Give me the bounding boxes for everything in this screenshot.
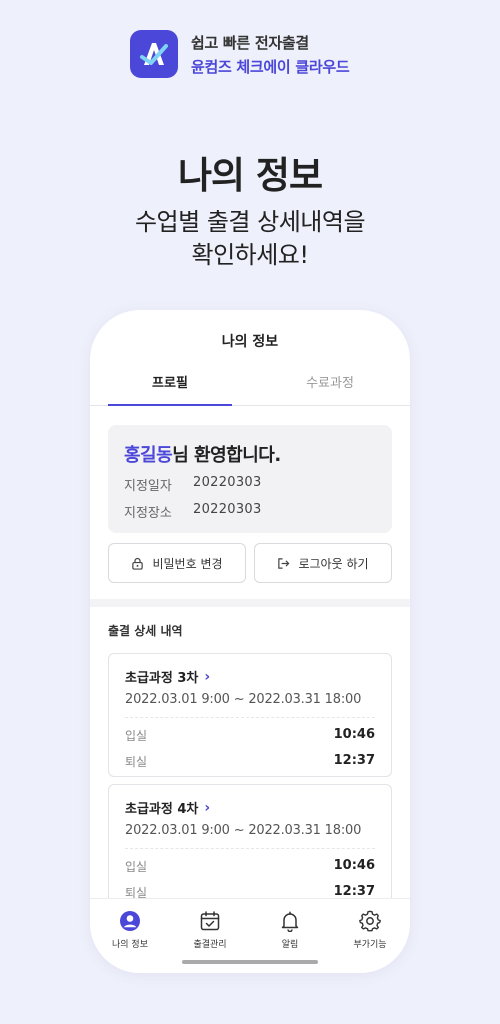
home-indicator bbox=[182, 960, 318, 964]
check-in-time: 10:46 bbox=[333, 858, 375, 873]
course-card[interactable]: 초급과정 3차 › 2022.03.01 9:00 ~ 2022.03.31 1… bbox=[108, 653, 392, 777]
course-name: 초급과정 3차 bbox=[125, 671, 199, 686]
calendar-check-icon bbox=[200, 911, 220, 931]
screen-title: 나의 정보 bbox=[221, 334, 279, 350]
nav-label: 나의 정보 bbox=[112, 940, 148, 950]
info-value: 20220303 bbox=[193, 475, 262, 490]
logout-button[interactable]: 로그아웃 하기 bbox=[254, 543, 392, 583]
hero-subtitle-line2: 확인하세요! bbox=[191, 241, 309, 269]
course-name-row[interactable]: 초급과정 3차 › bbox=[125, 667, 375, 687]
gear-icon bbox=[359, 910, 381, 932]
check-in-label: 입실 bbox=[125, 729, 148, 743]
logout-icon bbox=[278, 557, 290, 569]
welcome-greeting: 님 환영합니다. bbox=[172, 445, 281, 466]
logout-label: 로그아웃 하기 bbox=[298, 556, 369, 571]
change-password-button[interactable]: 비밀번호 변경 bbox=[108, 543, 246, 583]
nav-label: 알림 bbox=[281, 940, 299, 950]
hero-subtitle: 수업별 출결 상세내역을 확인하세요! bbox=[0, 206, 500, 272]
bell-icon bbox=[281, 911, 299, 932]
nav-attendance[interactable]: 출결관리 bbox=[175, 909, 245, 950]
phone-mockup: 나의 정보 프로필 수료과정 홍길동님 환영합니다. 지정일자 20220303… bbox=[90, 310, 410, 973]
nav-my-info[interactable]: 나의 정보 bbox=[95, 909, 165, 950]
user-icon bbox=[120, 911, 140, 931]
check-out-time: 12:37 bbox=[333, 753, 375, 768]
section-divider bbox=[90, 599, 410, 607]
chevron-right-icon: › bbox=[204, 668, 211, 685]
course-separator bbox=[125, 717, 375, 718]
nav-label: 출결관리 bbox=[193, 940, 227, 950]
chevron-right-icon: › bbox=[204, 799, 211, 816]
profile-card: 홍길동님 환영합니다. 지정일자 20220303 지정장소 20220303 bbox=[108, 425, 392, 533]
tab-completed-courses[interactable]: 수료과정 bbox=[268, 374, 392, 406]
tab-profile[interactable]: 프로필 bbox=[108, 374, 232, 406]
check-in-row: 입실 10:46 bbox=[125, 727, 375, 744]
hero-subtitle-line1: 수업별 출결 상세내역을 bbox=[134, 208, 366, 236]
nav-extra-features[interactable]: 부가기능 bbox=[335, 909, 405, 950]
attendance-section-title: 출결 상세 내역 bbox=[108, 624, 183, 638]
brand-product-name: 윤컴즈 체크에이 클라우드 bbox=[191, 57, 350, 76]
user-name: 홍길동 bbox=[124, 445, 173, 466]
change-password-label: 비밀번호 변경 bbox=[152, 556, 223, 571]
check-out-label: 퇴실 bbox=[125, 755, 148, 769]
checka-logo-icon bbox=[130, 30, 178, 78]
hero-title: 나의 정보 bbox=[177, 154, 323, 197]
check-in-label: 입실 bbox=[125, 860, 148, 874]
check-out-row: 퇴실 12:37 bbox=[125, 753, 375, 770]
brand-header: 쉽고 빠른 전자출결 윤컴즈 체크에이 클라우드 bbox=[130, 30, 350, 78]
course-name-row[interactable]: 초급과정 4차 › bbox=[125, 798, 375, 818]
info-row-place: 지정장소 20220303 bbox=[124, 502, 376, 521]
profile-tabs: 프로필 수료과정 bbox=[90, 374, 410, 406]
nav-label: 부가기능 bbox=[353, 940, 387, 950]
info-label: 지정일자 bbox=[124, 479, 172, 494]
course-period: 2022.03.01 9:00 ~ 2022.03.31 18:00 bbox=[125, 692, 362, 707]
welcome-message: 홍길동님 환영합니다. bbox=[124, 441, 376, 467]
info-row-date: 지정일자 20220303 bbox=[124, 475, 376, 494]
course-name: 초급과정 4차 bbox=[125, 802, 199, 817]
course-card[interactable]: 초급과정 4차 › 2022.03.01 9:00 ~ 2022.03.31 1… bbox=[108, 784, 392, 908]
info-value: 20220303 bbox=[193, 502, 262, 517]
course-separator bbox=[125, 848, 375, 849]
brand-tagline: 쉽고 빠른 전자출결 bbox=[191, 33, 309, 52]
check-in-row: 입실 10:46 bbox=[125, 858, 375, 875]
check-in-time: 10:46 bbox=[333, 727, 375, 742]
lock-icon bbox=[132, 557, 144, 570]
course-period: 2022.03.01 9:00 ~ 2022.03.31 18:00 bbox=[125, 823, 362, 838]
info-label: 지정장소 bbox=[124, 506, 172, 521]
nav-notifications[interactable]: 알림 bbox=[255, 909, 325, 950]
